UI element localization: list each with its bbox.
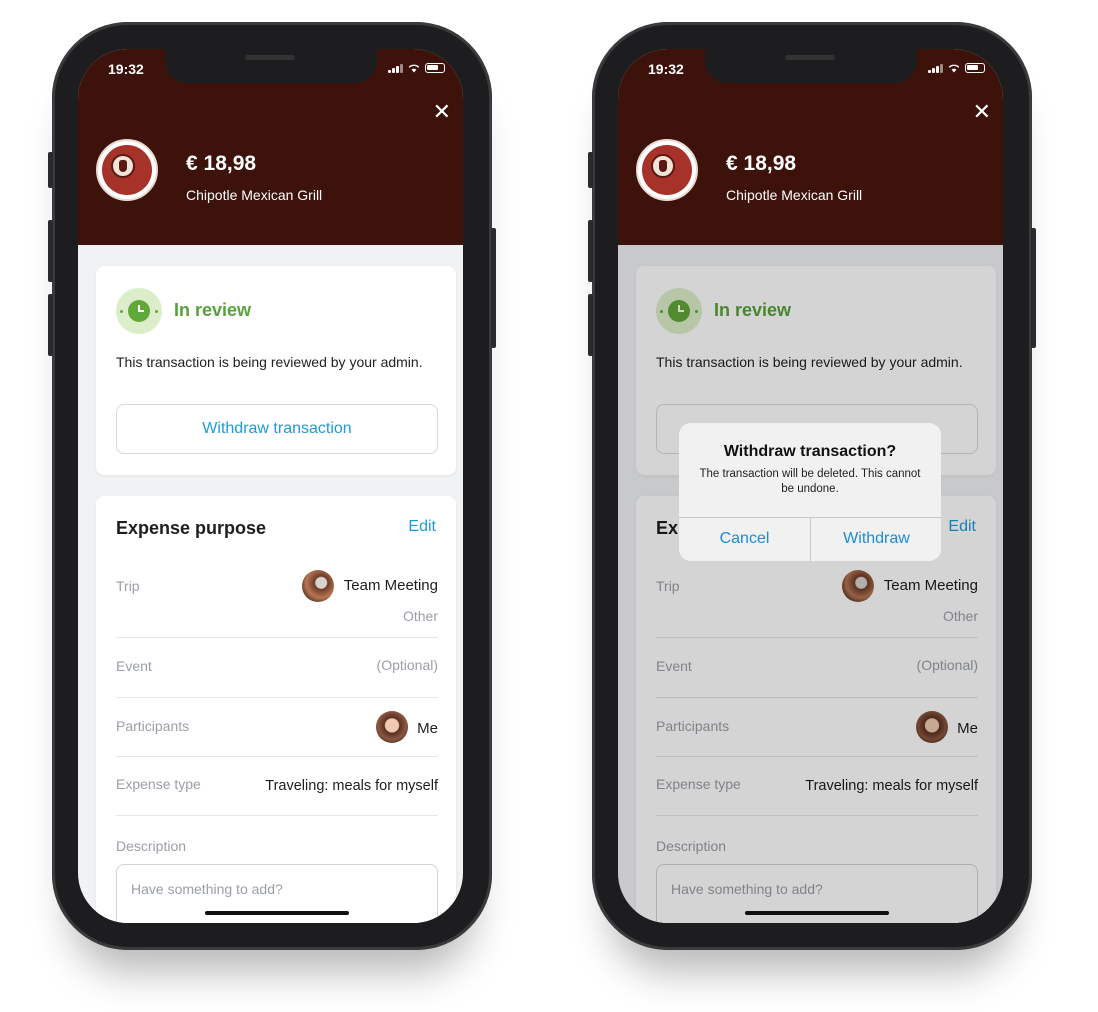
battery-icon [965,63,985,73]
transaction-amount: € 18,98 [186,152,257,175]
participant-avatar [376,711,408,743]
expense-type-value: Traveling: meals for myself [265,778,438,794]
cancel-button[interactable]: Cancel [679,517,810,561]
dialog-message: The transaction will be deleted. This ca… [699,468,921,495]
expense-type-label: Expense type [116,776,201,792]
dialog-title: Withdraw transaction? [723,443,897,460]
merchant-name: Chipotle Mexican Grill [726,187,863,203]
trip-value: Team Meeting [343,577,438,594]
power-button [1031,228,1036,348]
status-icons [388,63,445,73]
trip-subvalue: Other [402,608,438,624]
trip-avatar [302,570,334,602]
status-icons [928,63,985,73]
notch [705,49,917,83]
withdraw-button[interactable]: Withdraw [811,517,941,561]
power-button [491,228,496,348]
event-value: (Optional) [376,657,438,673]
expense-type-row[interactable]: Expense type Traveling: meals for myself [116,757,438,816]
merchant-logo [96,139,158,201]
trip-label: Trip [116,578,140,594]
clock-dot-right [155,310,158,313]
speaker [785,55,835,60]
signal-icon [928,64,943,73]
merchant-logo [636,139,698,201]
participants-row[interactable]: Participants Me [116,698,438,757]
withdraw-transaction-button[interactable]: Withdraw transaction [116,404,438,454]
mockup-stage: 19:32 ✕ € 18,98 Chipotle Mexican Grill I… [0,0,1098,1012]
clock-dot-left [120,310,123,313]
screen: 19:32 ✕ € 18,98 Chipotle Mexican Grill I… [78,49,463,923]
review-status-title: In review [174,300,252,320]
expense-purpose-card: Expense purpose Edit Trip Team Meeting O… [96,496,456,923]
wifi-icon [408,63,420,73]
home-indicator [205,911,349,915]
participants-label: Participants [116,718,190,734]
status-time: 19:32 [108,61,144,77]
clock-face [128,300,150,322]
home-indicator [745,911,889,915]
phone-left: 19:32 ✕ € 18,98 Chipotle Mexican Grill I… [48,22,496,950]
notch [165,49,377,83]
review-card: In review This transaction is being revi… [96,266,456,475]
clock-icon [116,288,162,334]
volume-down-button [48,294,53,356]
speaker [245,55,295,60]
description-label: Description [116,838,187,854]
event-row[interactable]: Event (Optional) [116,638,438,698]
pepper-icon [119,160,127,172]
transaction-amount: € 18,98 [726,152,797,175]
mute-switch [48,152,53,188]
edit-link[interactable]: Edit [408,518,436,536]
logo-center [651,154,675,178]
screen: 19:32 ✕ € 18,98 Chipotle Mexican Grill I… [618,49,1003,923]
trip-row[interactable]: Trip Team Meeting Other [116,566,438,638]
review-status-text: This transaction is being reviewed by yo… [116,354,423,370]
pepper-icon [659,160,667,172]
close-icon[interactable]: ✕ [973,101,991,123]
logo-center [111,154,135,178]
withdraw-confirm-dialog: Withdraw transaction? The transaction wi… [679,423,941,561]
event-label: Event [116,658,152,674]
expense-purpose-title: Expense purpose [116,518,267,538]
status-time: 19:32 [648,61,684,77]
volume-up-button [48,220,53,282]
mute-switch [588,152,593,188]
signal-icon [388,64,403,73]
modal-backdrop[interactable] [618,245,1003,923]
phone-right: 19:32 ✕ € 18,98 Chipotle Mexican Grill I… [588,22,1036,950]
battery-icon [425,63,445,73]
participants-value: Me [417,720,438,737]
volume-down-button [588,294,593,356]
wifi-icon [948,63,960,73]
merchant-name: Chipotle Mexican Grill [186,187,323,203]
close-icon[interactable]: ✕ [433,101,451,123]
volume-up-button [588,220,593,282]
